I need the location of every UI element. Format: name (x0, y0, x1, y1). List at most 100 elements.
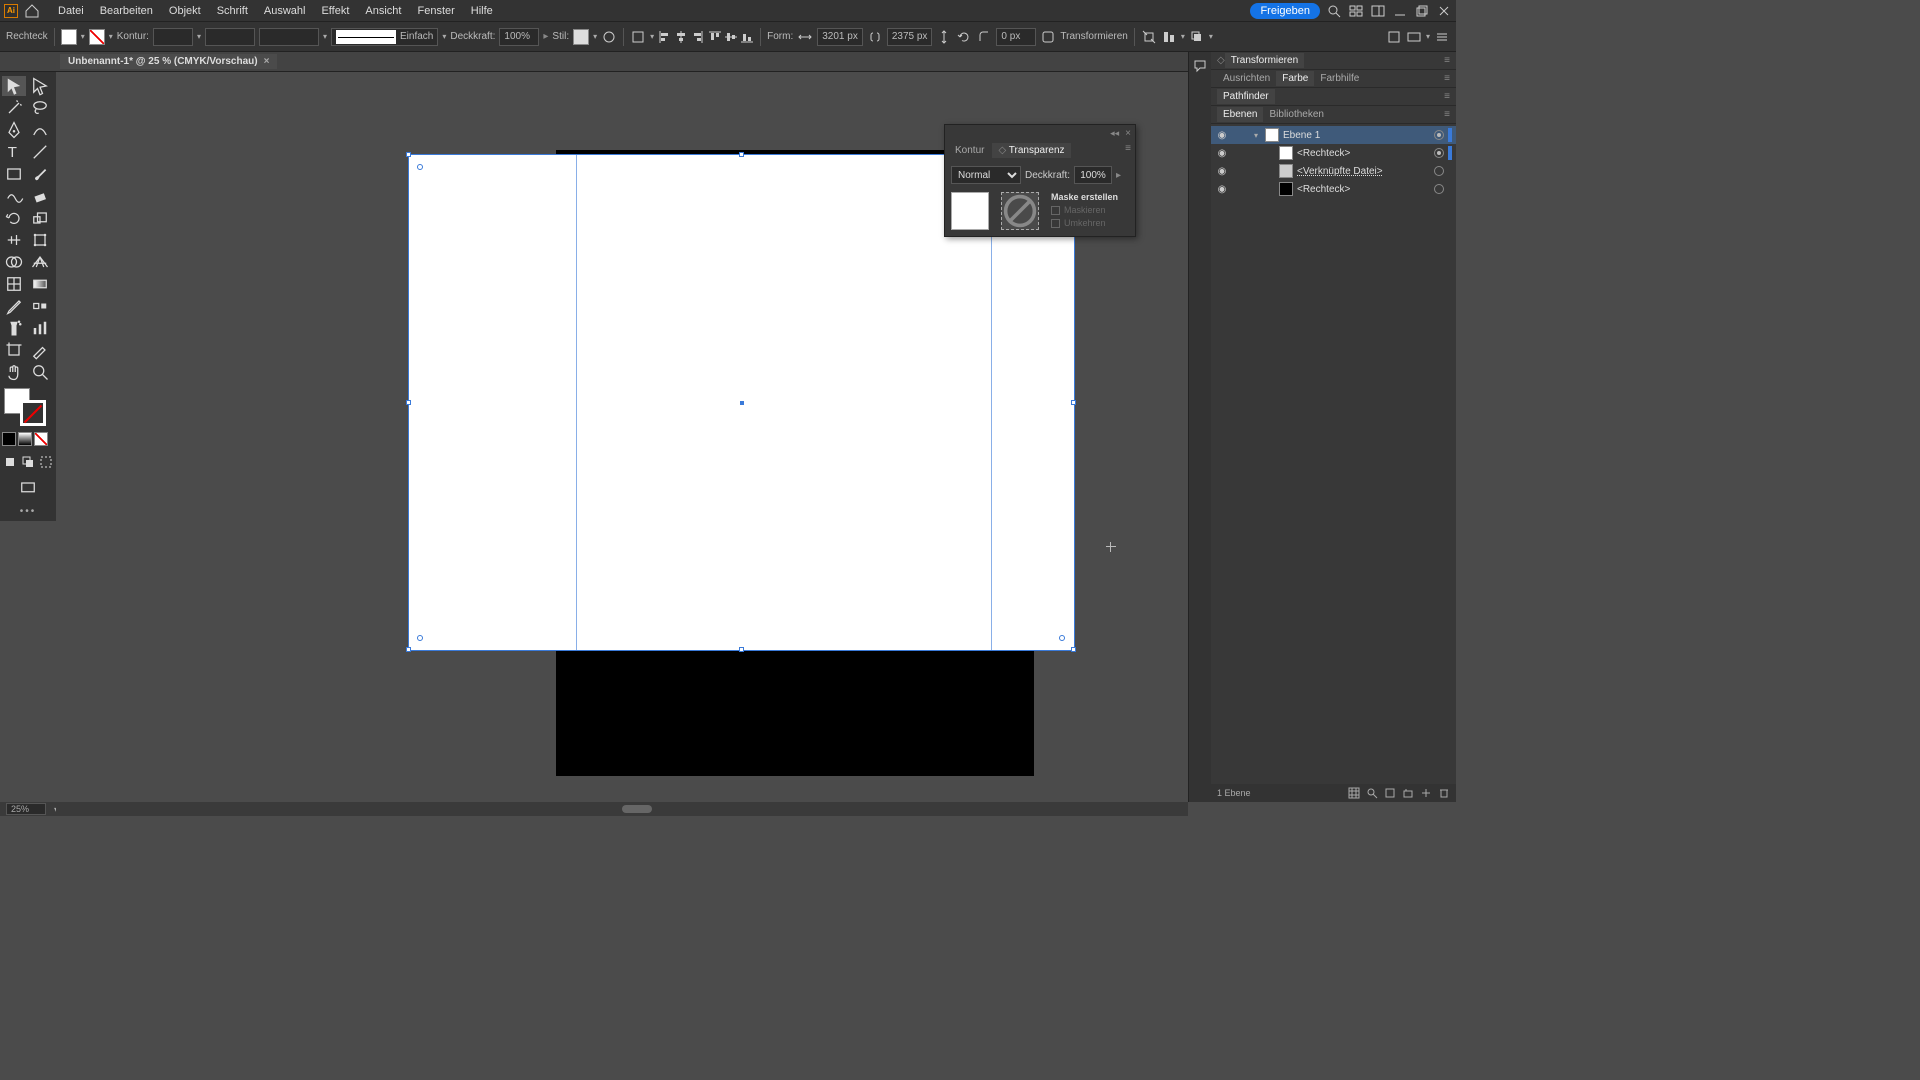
transform-panel-link[interactable]: Transformieren (1060, 31, 1127, 42)
transform-panel-header[interactable]: ◇ Transformieren ≡ (1211, 52, 1456, 70)
panel-menu-icon[interactable]: ≡ (1444, 73, 1450, 84)
artboard-tool-icon[interactable] (2, 340, 26, 360)
tab-farbhilfe[interactable]: Farbhilfe (1314, 71, 1365, 86)
layers-list[interactable]: ◉ ▾ Ebene 1 ◉ <Rechteck> ◉ (1211, 124, 1456, 784)
layer-row[interactable]: ◉ <Rechteck> (1211, 180, 1456, 198)
hamburger-icon[interactable] (1434, 29, 1450, 45)
horizontal-scrollbar[interactable] (56, 802, 1188, 816)
shape-height-field[interactable]: 2375 px (887, 28, 933, 46)
brush-definition[interactable]: Einfach (331, 28, 438, 46)
graphic-style-dropdown-icon[interactable] (323, 31, 327, 42)
brush-dropdown-icon[interactable] (442, 31, 446, 42)
layer-name[interactable]: <Verknüpfte Datei> (1297, 166, 1430, 177)
draw-inside-icon[interactable] (38, 452, 54, 472)
delete-layer-icon[interactable] (1438, 787, 1450, 799)
align-right-icon[interactable] (690, 30, 704, 44)
panel-menu-icon[interactable]: ≡ (1444, 91, 1450, 102)
tab-ausrichten[interactable]: Ausrichten (1217, 71, 1276, 86)
target-icon[interactable] (1434, 184, 1444, 194)
perspective-grid-tool-icon[interactable] (28, 252, 52, 272)
menu-object[interactable]: Objekt (161, 5, 209, 17)
eraser-tool-icon[interactable] (28, 186, 52, 206)
color-mode-solid-icon[interactable] (2, 432, 16, 446)
chevron-down-icon[interactable] (1181, 31, 1185, 42)
menu-help[interactable]: Hilfe (463, 5, 501, 17)
free-transform-tool-icon[interactable] (28, 230, 52, 250)
tab-close-icon[interactable]: × (264, 56, 270, 67)
fill-swatch[interactable] (61, 29, 77, 45)
layer-name[interactable]: Ebene 1 (1283, 130, 1430, 141)
panel-collapse-icon[interactable]: ◂◂ (1110, 128, 1119, 139)
menu-effect[interactable]: Effekt (313, 5, 357, 17)
target-icon[interactable] (1434, 148, 1444, 158)
opacity-slider-icon[interactable]: ▸ (1116, 170, 1121, 181)
selection-handle[interactable] (406, 647, 411, 652)
window-close-icon[interactable] (1436, 3, 1452, 19)
selection-handle[interactable] (1071, 647, 1076, 652)
panel-menu-icon[interactable]: ≡ (1444, 109, 1450, 120)
layer-row[interactable]: ◉ <Verknüpfte Datei> (1211, 162, 1456, 180)
shaper-tool-icon[interactable] (2, 186, 26, 206)
share-button[interactable]: Freigeben (1250, 3, 1320, 19)
align-panel-icon[interactable] (1161, 29, 1177, 45)
chevron-down-icon[interactable] (1426, 31, 1430, 42)
symbol-sprayer-tool-icon[interactable] (2, 318, 26, 338)
stroke-weight-dropdown-icon[interactable] (197, 31, 201, 42)
tab-bibliotheken[interactable]: Bibliotheken (1263, 107, 1329, 122)
gradient-tool-icon[interactable] (28, 274, 52, 294)
zoom-tool-icon[interactable] (28, 362, 52, 382)
tab-transform[interactable]: Transformieren (1225, 53, 1304, 68)
opacity-field[interactable]: 100% (1074, 166, 1112, 184)
corner-widget-icon[interactable] (417, 164, 423, 170)
rotate-icon[interactable] (956, 29, 972, 45)
opacity-preview-thumb[interactable] (951, 192, 989, 230)
color-mode-gradient-icon[interactable] (18, 432, 32, 446)
graphic-style-field[interactable] (259, 28, 319, 46)
direct-selection-tool-icon[interactable] (28, 76, 52, 96)
tab-pathfinder[interactable]: Pathfinder (1217, 89, 1275, 104)
new-layer-icon[interactable] (1420, 787, 1432, 799)
align-bottom-icon[interactable] (740, 30, 754, 44)
corner-widget-icon[interactable] (417, 635, 423, 641)
line-tool-icon[interactable] (28, 142, 52, 162)
document-tab[interactable]: Unbenannt-1* @ 25 % (CMYK/Vorschau) × (60, 54, 277, 69)
edit-toolbar-icon[interactable]: ••• (20, 506, 37, 517)
panel-header[interactable]: ◂◂ × (945, 125, 1135, 141)
visibility-toggle-icon[interactable]: ◉ (1215, 148, 1229, 159)
layer-name[interactable]: <Rechteck> (1297, 184, 1430, 195)
make-clipping-mask-icon[interactable] (1384, 787, 1396, 799)
magic-wand-tool-icon[interactable] (2, 98, 26, 118)
menu-select[interactable]: Auswahl (256, 5, 314, 17)
slice-tool-icon[interactable] (28, 340, 52, 360)
tab-farbe[interactable]: Farbe (1276, 71, 1314, 86)
window-minimize-icon[interactable] (1392, 3, 1408, 19)
target-icon[interactable] (1434, 166, 1444, 176)
selection-handle[interactable] (739, 152, 744, 157)
selection-handle[interactable] (406, 152, 411, 157)
style-dropdown-icon[interactable] (593, 31, 597, 42)
tab-kontur[interactable]: Kontur (949, 143, 990, 158)
locate-object-icon[interactable] (1348, 787, 1360, 799)
fill-stroke-swatches[interactable] (2, 388, 52, 428)
menu-type[interactable]: Schrift (209, 5, 256, 17)
link-wh-icon[interactable] (867, 29, 883, 45)
search-layer-icon[interactable] (1366, 787, 1378, 799)
hand-tool-icon[interactable] (2, 362, 26, 382)
stroke-swatch[interactable] (89, 29, 105, 45)
chevron-down-icon[interactable] (1209, 31, 1213, 42)
visibility-toggle-icon[interactable]: ◉ (1215, 166, 1229, 177)
target-icon[interactable] (1434, 130, 1444, 140)
search-icon[interactable] (1326, 3, 1342, 19)
blend-mode-select[interactable]: Normal (951, 166, 1021, 184)
visibility-toggle-icon[interactable]: ◉ (1215, 184, 1229, 195)
opacity-mask-thumb[interactable] (1001, 192, 1039, 230)
transparency-panel[interactable]: ◂◂ × Kontur ◇ Transparenz ≡ Normal Deckk… (944, 124, 1136, 237)
graphic-style-swatch[interactable] (573, 29, 589, 45)
visibility-toggle-icon[interactable]: ◉ (1215, 130, 1229, 141)
selection-tool-icon[interactable] (2, 76, 26, 96)
shape-width-field[interactable]: 3201 px (817, 28, 863, 46)
menu-view[interactable]: Ansicht (357, 5, 409, 17)
panel-close-icon[interactable]: × (1125, 128, 1131, 139)
pen-tool-icon[interactable] (2, 120, 26, 140)
menu-window[interactable]: Fenster (409, 5, 462, 17)
